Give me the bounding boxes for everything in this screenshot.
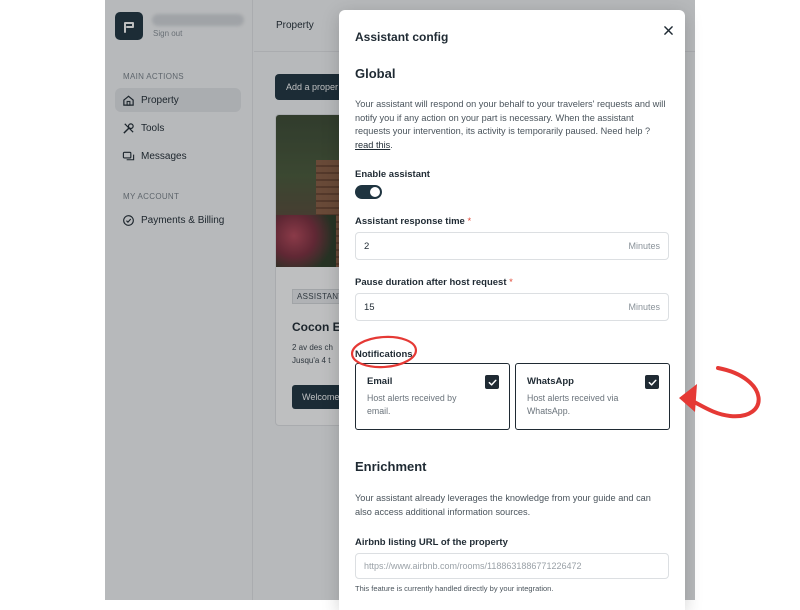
enable-assistant-toggle[interactable]: [355, 185, 382, 199]
response-time-input[interactable]: 2 Minutes: [355, 232, 669, 260]
response-time-value: 2: [364, 241, 370, 252]
toggle-knob: [370, 187, 380, 197]
section-heading-global: Global: [355, 66, 396, 81]
email-checkbox[interactable]: [485, 375, 499, 389]
help-link[interactable]: read this: [355, 140, 390, 150]
modal-title: Assistant config: [355, 30, 449, 44]
close-button[interactable]: [659, 21, 677, 39]
notification-option-whatsapp[interactable]: WhatsApp Host alerts received via WhatsA…: [515, 363, 670, 430]
notification-option-description: Host alerts received via WhatsApp.: [527, 393, 619, 416]
section-heading-enrichment: Enrichment: [355, 459, 427, 474]
response-time-unit: Minutes: [628, 241, 660, 251]
airbnb-url-input[interactable]: https://www.airbnb.com/rooms/11886318867…: [355, 553, 669, 579]
checkmark-icon: [648, 379, 656, 386]
pause-duration-input[interactable]: 15 Minutes: [355, 293, 669, 321]
notification-option-email[interactable]: Email Host alerts received by email.: [355, 363, 510, 430]
notification-option-description: Host alerts received by email.: [367, 393, 457, 416]
pause-duration-label: Pause duration after host request *: [355, 277, 513, 288]
global-description: Your assistant will respond on your beha…: [355, 99, 666, 150]
pause-duration-value: 15: [364, 302, 375, 313]
notification-option-title: WhatsApp: [527, 376, 574, 387]
airbnb-url-placeholder: https://www.airbnb.com/rooms/11886318867…: [364, 561, 582, 571]
response-time-label: Assistant response time *: [355, 216, 472, 227]
airbnb-url-hint: This feature is currently handled direct…: [355, 584, 554, 593]
pause-duration-unit: Minutes: [628, 302, 660, 312]
enable-assistant-label: Enable assistant: [355, 169, 430, 180]
required-marker: *: [467, 216, 472, 227]
checkmark-icon: [488, 379, 496, 386]
assistant-config-modal: Assistant config Global Your assistant w…: [339, 10, 685, 610]
close-icon: [663, 25, 673, 35]
annotation-arrow: [684, 366, 761, 419]
required-marker: *: [509, 277, 513, 288]
notifications-label: Notifications: [355, 349, 413, 360]
enrichment-description: Your assistant already leverages the kno…: [355, 493, 651, 517]
whatsapp-checkbox[interactable]: [645, 375, 659, 389]
notification-option-title: Email: [367, 376, 393, 387]
airbnb-url-label: Airbnb listing URL of the property: [355, 537, 508, 548]
